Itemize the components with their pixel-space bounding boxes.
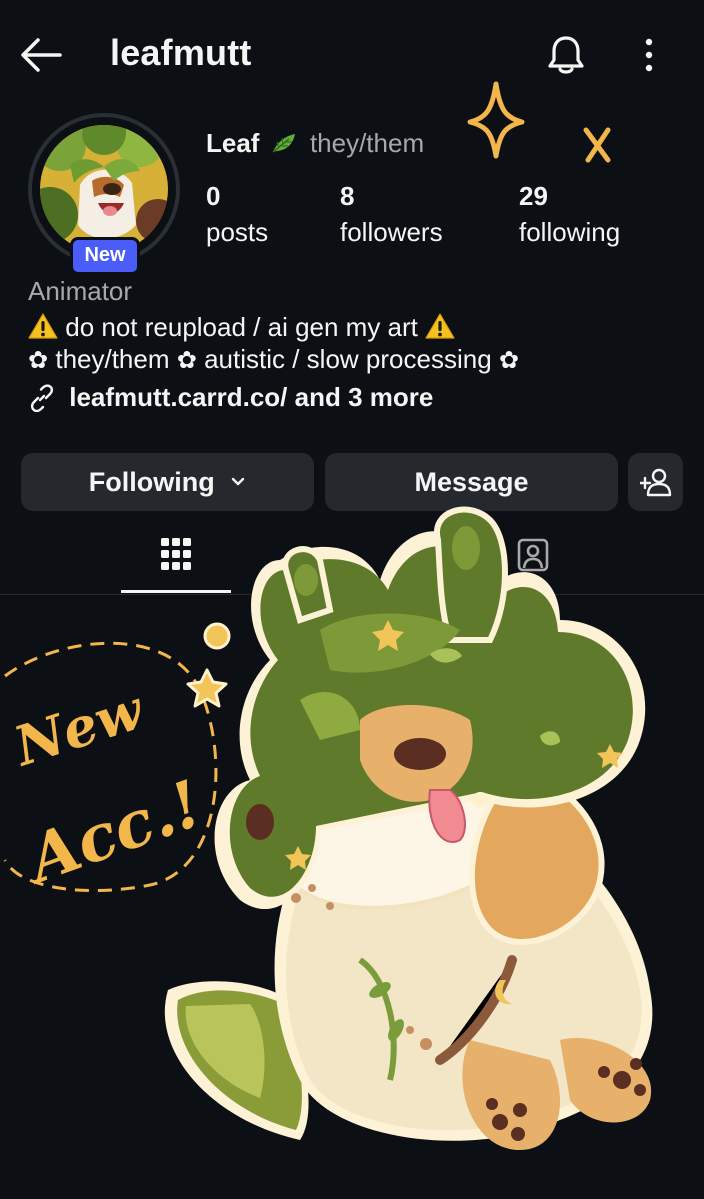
star-icon [186,668,228,708]
flower-icon: ✿ [176,347,197,374]
stat-following[interactable]: 29 following [519,178,620,250]
sticker-text-acc: Acc.! [14,766,212,899]
leaf-icon [272,134,295,153]
warning-icon [425,313,455,339]
message-button-label: Message [414,467,529,497]
bio-link[interactable]: leafmutt.carrd.co/ and 3 more [28,382,433,413]
bio-text: autistic / slow processing [204,344,492,374]
stat-value: 8 [340,181,355,211]
profile-page: leafmutt New Leaf they/them 0 posts 8 fo… [0,0,704,1199]
add-person-icon [640,468,672,497]
tab-posts-grid[interactable] [121,525,231,591]
bio-line-2: ✿ they/them ✿ autistic / slow processing… [28,344,519,375]
stat-followers[interactable]: 8 followers [340,178,443,250]
tagged-icon [517,538,549,572]
bio-text: they/them [55,344,170,374]
stat-label: posts [206,217,269,247]
following-button-label: Following [88,467,215,497]
message-button[interactable]: Message [325,453,618,511]
bell-icon[interactable] [546,34,586,76]
more-vertical-icon[interactable] [638,38,660,72]
display-name-row: Leaf they/them [206,128,424,159]
back-arrow-icon[interactable] [20,36,62,74]
profile-category: Animator [28,276,133,306]
avatar [40,125,168,253]
bio-line-1: do not reupload / ai gen my art [28,312,455,343]
stat-posts[interactable]: 0 posts [206,178,268,250]
display-name: Leaf [206,128,260,158]
bio-text: do not reupload / ai gen my art [65,312,418,342]
stat-value: 29 [519,181,548,211]
top-bar: leafmutt [0,0,704,110]
following-button[interactable]: Following [21,453,314,511]
pronouns: they/them [309,128,425,158]
profile-username: leafmutt [110,32,252,73]
grid-icon [161,538,191,570]
suggest-user-button[interactable] [628,453,683,511]
warning-icon [28,313,58,339]
tab-tagged[interactable] [475,525,585,591]
stat-value: 0 [206,181,221,211]
active-tab-indicator [121,590,231,593]
bio-link-text: leafmutt.carrd.co/ and 3 more [69,382,434,412]
sticker-text-new: New [5,676,153,778]
chevron-down-icon [232,477,245,486]
tabs-divider [0,594,704,595]
stat-label: followers [340,217,443,247]
stat-label: following [519,217,621,247]
flower-icon: ✿ [28,347,49,374]
link-icon [30,384,54,412]
new-account-badge: New [70,237,140,275]
flower-icon: ✿ [498,347,519,374]
cross-icon [583,127,611,163]
